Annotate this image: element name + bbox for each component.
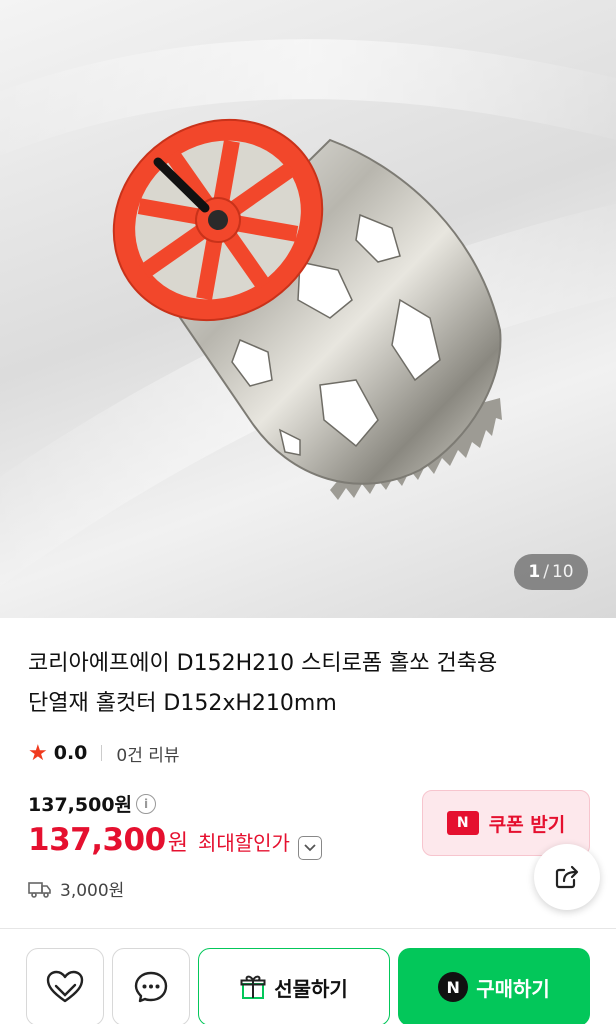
- original-price-value: 137,500원: [28, 794, 133, 816]
- current-image-index: 1: [528, 562, 541, 582]
- sale-price-unit: 원: [167, 831, 188, 856]
- rating-score: 0.0: [53, 742, 88, 764]
- talk-talk-button[interactable]: [112, 948, 190, 1024]
- sale-price-value: 137,300: [28, 822, 166, 858]
- total-image-count: 10: [551, 562, 574, 582]
- buy-button-label: 구매하기: [476, 976, 550, 1001]
- product-image-gallery[interactable]: 1 / 10: [0, 0, 616, 618]
- coupon-button-label: 쿠폰 받기: [488, 813, 566, 836]
- max-discount-label: 최대할인가: [197, 831, 290, 855]
- buy-button[interactable]: N 구매하기: [398, 948, 590, 1024]
- share-button[interactable]: [534, 844, 600, 910]
- product-title: 코리아에프에이 D152H210 스티로폼 홀쏘 건축용 단열재 홀컷터 D15…: [28, 644, 588, 724]
- naver-pay-icon: N: [438, 972, 469, 1002]
- product-title-line2: 단열재 홀컷터 D152xH210mm: [28, 691, 337, 716]
- shipping-fee: 3,000원: [60, 881, 125, 901]
- product-image: [0, 39, 616, 587]
- heart-icon: [46, 970, 84, 1003]
- naver-coupon-icon: N: [446, 811, 479, 835]
- star-icon: ★: [28, 740, 48, 766]
- shipping-info: 3,000원: [28, 876, 124, 901]
- sale-price: 137,300 원 최대할인가: [28, 822, 322, 860]
- counter-separator: /: [543, 562, 549, 582]
- gift-button-label: 선물하기: [274, 976, 348, 1001]
- divider: [101, 745, 103, 761]
- chat-icon: [134, 971, 168, 1003]
- gift-button[interactable]: 선물하기: [198, 948, 390, 1024]
- original-price: 137,500원 i: [28, 790, 157, 817]
- section-divider: [0, 928, 616, 929]
- rating-summary[interactable]: ★ 0.0 0건 리뷰: [28, 738, 180, 768]
- review-count-link[interactable]: 0건 리뷰: [116, 741, 179, 766]
- share-icon: [555, 865, 579, 889]
- info-icon[interactable]: i: [136, 793, 157, 814]
- chevron-down-icon[interactable]: [297, 836, 322, 860]
- truck-icon: [28, 881, 51, 898]
- product-title-line1: 코리아에프에이 D152H210 스티로폼 홀쏘 건축용: [28, 651, 498, 676]
- wishlist-button[interactable]: [26, 948, 104, 1024]
- gift-icon: [240, 975, 266, 999]
- image-counter: 1 / 10: [514, 554, 588, 590]
